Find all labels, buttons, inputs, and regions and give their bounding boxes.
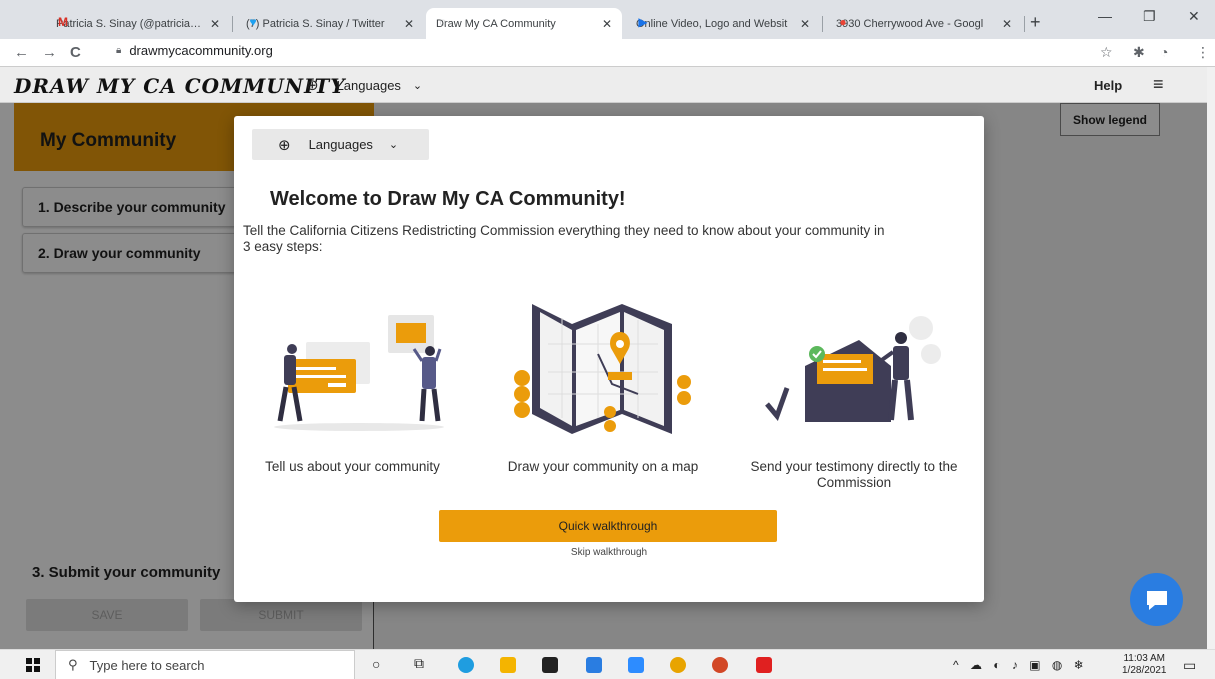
caption-send: Send your testimony directly to the Comm… — [739, 459, 969, 491]
search-icon: ⚲ — [68, 657, 78, 672]
url-field[interactable]: 🔒︎ drawmycacommunity.org — [116, 43, 273, 58]
store-icon[interactable] — [542, 657, 558, 673]
draw-map-illustration — [514, 304, 691, 434]
menu-dots-icon[interactable]: ⋮ — [1196, 44, 1210, 61]
notification-icon[interactable]: ▭ — [1183, 657, 1196, 674]
file-explorer-icon[interactable] — [500, 657, 516, 673]
edge-icon[interactable] — [458, 657, 474, 673]
play-icon: ▶ — [638, 15, 648, 29]
close-icon[interactable]: ✕ — [602, 17, 612, 31]
caption-send-line2: Commission — [816, 475, 892, 490]
languages-dropdown[interactable]: ⊕ Languages ⌄ — [306, 76, 422, 94]
describe-community-illustration — [274, 315, 444, 431]
lock-icon: 🔒︎ — [116, 45, 122, 56]
languages-label: Languages — [336, 77, 401, 93]
clock-time: 11:03 AM — [1123, 653, 1165, 664]
skip-walkthrough-link[interactable]: Skip walkthrough — [559, 547, 659, 558]
cortana-icon[interactable]: ○ — [372, 656, 380, 672]
loading-icon: ◌ — [439, 15, 447, 29]
modal-languages-dropdown[interactable]: ⊕ Languages ⌄ — [252, 129, 429, 160]
caption-describe: Tell us about your community — [265, 459, 440, 474]
back-icon[interactable]: ← — [14, 44, 29, 61]
quick-walkthrough-button[interactable]: Quick walkthrough — [439, 510, 777, 542]
powerpoint-icon[interactable] — [712, 657, 728, 673]
welcome-description-line2: 3 easy steps: — [243, 239, 323, 254]
welcome-description-line1: Tell the California Citizens Redistricti… — [243, 223, 885, 238]
close-icon[interactable]: ✕ — [1002, 17, 1012, 31]
zoom-icon[interactable] — [628, 657, 644, 673]
send-testimony-illustration — [765, 316, 941, 422]
bookmark-star-icon[interactable]: ☆ — [1100, 44, 1113, 61]
windows-taskbar: ⚲ Type here to search ○ ⧉ ^ ☁ ◐ ♪ ▣ ◍ ❄ … — [0, 649, 1215, 679]
new-tab-icon[interactable]: + — [1030, 12, 1041, 33]
app-header: DRAW MY CA COMMUNITY ⊕ Languages ⌄ Help … — [0, 67, 1207, 103]
close-icon[interactable]: ✕ — [404, 17, 414, 31]
tab-google-maps[interactable]: ● 3930 Cherrywood Ave - Googl ✕ — [826, 8, 1022, 39]
restore-icon[interactable]: ❐ — [1143, 8, 1156, 25]
system-tray-icons[interactable]: ^ ☁ ◐ ♪ ▣ ◍ ❄ — [953, 658, 1088, 672]
window-close-icon[interactable]: ✕ — [1188, 8, 1200, 25]
close-icon[interactable]: ✕ — [800, 17, 810, 31]
app-logo[interactable]: DRAW MY CA COMMUNITY — [14, 74, 346, 98]
taskbar-clock[interactable]: 11:03 AM 1/28/2021 — [1122, 653, 1167, 677]
tab-draw-my-ca[interactable]: ◌ Draw My CA Community ✕ — [426, 8, 622, 39]
chat-button[interactable] — [1130, 573, 1183, 626]
profile-icon[interactable]: ◔ — [1160, 44, 1168, 60]
tab-title: Online Video, Logo and Websit — [636, 17, 788, 30]
taskbar-search-box[interactable]: ⚲ Type here to search — [55, 650, 355, 679]
caption-draw: Draw your community on a map — [507, 459, 699, 474]
globe-icon: ⊕ — [306, 77, 319, 94]
chevron-down-icon: ⌄ — [412, 79, 423, 92]
map-pin-icon: ● — [839, 15, 847, 29]
minimize-icon[interactable]: — — [1098, 8, 1112, 24]
welcome-title: Welcome to Draw My CA Community! — [270, 188, 626, 210]
tab-title: Draw My CA Community — [436, 17, 556, 30]
reload-icon[interactable]: C — [70, 44, 81, 61]
globe-icon: ⊕ — [278, 136, 291, 154]
task-view-icon[interactable]: ⧉ — [414, 655, 424, 672]
twitter-icon: ♥ — [249, 15, 257, 29]
chevron-down-icon: ⌄ — [388, 139, 399, 151]
forward-icon[interactable]: → — [42, 44, 57, 61]
address-bar: ← → C 🔒︎ drawmycacommunity.org ☆ ✱ ◔ ⋮ — [0, 39, 1215, 67]
welcome-modal: ⊕ Languages ⌄ Welcome to Draw My CA Comm… — [234, 116, 984, 602]
windows-start-icon[interactable] — [26, 658, 40, 672]
close-icon[interactable]: ✕ — [210, 17, 220, 31]
chat-icon — [1146, 590, 1167, 610]
browser-tab-strip: M Patricia S. Sinay (@patricia_sina ✕ ♥ … — [0, 0, 1215, 39]
chrome-icon[interactable] — [670, 657, 686, 673]
tab-title: 3930 Cherrywood Ave - Googl — [836, 17, 984, 30]
help-link[interactable]: Help — [1094, 78, 1122, 93]
welcome-description: Tell the California Citizens Redistricti… — [243, 223, 963, 255]
caption-send-line1: Send your testimony directly to the — [750, 459, 958, 474]
mail-icon[interactable] — [586, 657, 602, 673]
tab-twitter[interactable]: ♥ (7) Patricia S. Sinay / Twitter ✕ — [236, 8, 424, 39]
tab-title: Patricia S. Sinay (@patricia_sina — [56, 17, 204, 30]
tab-gmail[interactable]: M Patricia S. Sinay (@patricia_sina ✕ — [46, 8, 230, 39]
tab-online-video[interactable]: ▶ Online Video, Logo and Websit ✕ — [626, 8, 820, 39]
extensions-icon[interactable]: ✱ — [1133, 44, 1145, 61]
url-text: drawmycacommunity.org — [129, 43, 273, 58]
page-scrollbar[interactable] — [1207, 67, 1215, 649]
languages-label: Languages — [308, 137, 373, 152]
clock-date: 1/28/2021 — [1122, 665, 1167, 676]
gmail-icon: M — [58, 15, 68, 29]
hamburger-menu-icon[interactable]: ≡ — [1153, 74, 1164, 95]
taskbar-search-placeholder: Type here to search — [89, 657, 205, 673]
tab-title: (7) Patricia S. Sinay / Twitter — [246, 17, 385, 30]
acrobat-icon[interactable] — [756, 657, 772, 673]
